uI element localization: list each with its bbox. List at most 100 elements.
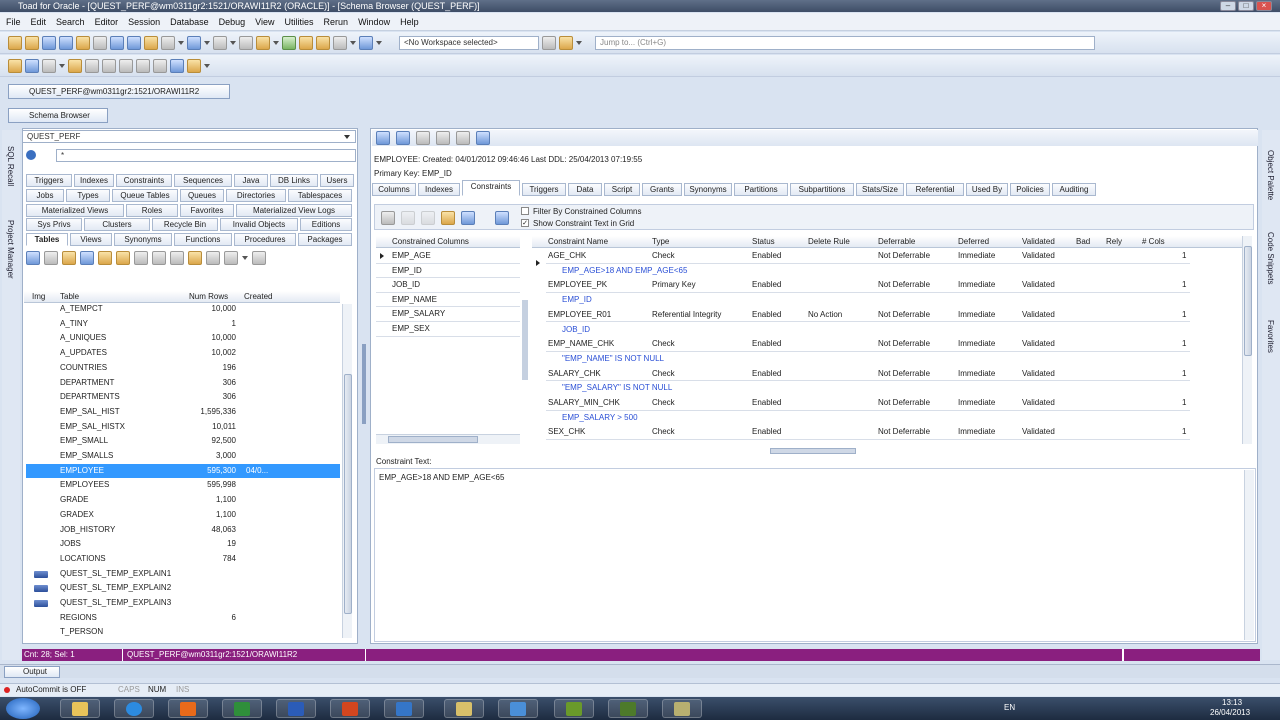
object-tab-views[interactable]: Views [70, 233, 112, 246]
col-status[interactable]: Status [752, 236, 775, 248]
redo-icon[interactable] [153, 58, 167, 73]
table-row[interactable]: JOBS 19 [26, 537, 340, 552]
menu-item-database[interactable]: Database [170, 17, 209, 27]
col-deferrable[interactable]: Deferrable [878, 236, 915, 248]
edit-icon[interactable] [495, 211, 509, 225]
chevron-down-icon[interactable] [376, 40, 382, 45]
object-tab-roles[interactable]: Roles [126, 204, 178, 217]
table-row[interactable]: A_UNIQUES 10,000 [26, 331, 340, 346]
table-row[interactable]: REGIONS 6 [26, 611, 340, 626]
object-tab-procedures[interactable]: Procedures [234, 233, 296, 246]
disable-icon[interactable] [401, 211, 415, 225]
paste-icon[interactable] [119, 58, 133, 73]
schema-icon[interactable] [59, 35, 73, 50]
chevron-down-icon[interactable] [204, 40, 210, 45]
object-tab-invalid-objects[interactable]: Invalid Objects [220, 218, 298, 231]
chevron-down-icon[interactable] [230, 40, 236, 45]
menu-item-editor[interactable]: Editor [95, 17, 119, 27]
network-taskbar-icon[interactable] [498, 699, 538, 718]
tab-partitions[interactable]: Partitions [734, 183, 788, 196]
grid-icon[interactable] [110, 35, 124, 50]
schema-browser-tab[interactable]: Schema Browser [8, 108, 108, 123]
menu-item-help[interactable]: Help [400, 17, 419, 27]
menu-item-file[interactable]: File [6, 17, 21, 27]
forward-icon[interactable] [396, 131, 410, 145]
script-icon[interactable] [116, 251, 130, 265]
compare-icon[interactable] [213, 35, 227, 50]
object-tab-types[interactable]: Types [66, 189, 110, 202]
tree-icon[interactable] [42, 58, 56, 73]
browser-icon[interactable] [127, 35, 141, 50]
table-row[interactable]: DEPARTMENTS 306 [26, 390, 340, 405]
table-row[interactable]: EMP_SMALLS 3,000 [26, 449, 340, 464]
rename-icon[interactable] [170, 251, 184, 265]
table-row[interactable]: EMP_SAL_HIST 1,595,336 [26, 405, 340, 420]
disconnect-icon[interactable] [25, 58, 39, 73]
object-tab-queue-tables[interactable]: Queue Tables [112, 189, 178, 202]
object-tab-tablespaces[interactable]: Tablespaces [288, 189, 352, 202]
wrench-icon[interactable] [256, 35, 270, 50]
office-taskbar-icon[interactable] [168, 699, 208, 718]
tab-used-by[interactable]: Used By [966, 183, 1008, 196]
object-tab-directories[interactable]: Directories [226, 189, 286, 202]
refresh-icon[interactable] [68, 58, 82, 73]
constraint-text-box[interactable]: EMP_AGE>18 AND EMP_AGE<65 [374, 468, 1256, 642]
table-row[interactable]: EMP_SAL_HISTX 10,011 [26, 420, 340, 435]
excel-taskbar-icon[interactable] [222, 699, 262, 718]
object-tab-db-links[interactable]: DB Links [270, 174, 318, 187]
constrained-column-row[interactable]: EMP_SEX [376, 322, 520, 337]
word-taskbar-icon[interactable] [276, 699, 316, 718]
object-tab-synonyms[interactable]: Synonyms [114, 233, 172, 246]
menu-item-edit[interactable]: Edit [31, 17, 47, 27]
report-icon[interactable] [161, 35, 175, 50]
undo-icon[interactable] [136, 58, 150, 73]
close-button[interactable]: × [1256, 1, 1272, 11]
object-tab-indexes[interactable]: Indexes [74, 174, 114, 187]
analyze-icon[interactable] [134, 251, 148, 265]
table-row[interactable]: DEPARTMENT 306 [26, 376, 340, 391]
tab-referential[interactable]: Referential [906, 183, 964, 196]
col-bad[interactable]: Bad [1076, 236, 1090, 248]
table-row[interactable]: T_PERSON [26, 625, 340, 640]
object-filter-input[interactable]: * [56, 149, 356, 162]
table-row[interactable]: GRADEX 1,100 [26, 508, 340, 523]
tab-policies[interactable]: Policies [1010, 183, 1050, 196]
menu-item-window[interactable]: Window [358, 17, 390, 27]
workspace-select[interactable]: <No Workspace selected> [399, 35, 539, 50]
chevron-down-icon[interactable] [178, 40, 184, 45]
output-tab[interactable]: Output [4, 666, 60, 678]
run-icon[interactable] [282, 35, 296, 50]
col-delete-rule[interactable]: Delete Rule [808, 236, 850, 248]
constraints-scrollbar[interactable] [1242, 236, 1252, 444]
constraints-hscroll-thumb[interactable] [770, 448, 856, 454]
object-tab-users[interactable]: Users [320, 174, 354, 187]
tab-data[interactable]: Data [568, 183, 602, 196]
project-manager-tab[interactable]: Project Manager [6, 220, 15, 279]
menu-item-session[interactable]: Session [128, 17, 160, 27]
object-tab-clusters[interactable]: Clusters [84, 218, 150, 231]
options-icon[interactable] [476, 131, 490, 145]
scrollbar-thumb[interactable] [1244, 246, 1252, 356]
editor-icon[interactable] [42, 35, 56, 50]
table-row[interactable]: A_TINY 1 [26, 317, 340, 332]
scrollbar-thumb[interactable] [388, 436, 478, 443]
tab-script[interactable]: Script [604, 183, 640, 196]
chevron-down-icon[interactable] [59, 63, 65, 68]
table-row[interactable]: QUEST_SL_TEMP_EXPLAIN2 [26, 581, 340, 596]
connect-icon[interactable] [8, 58, 22, 73]
tab-grants[interactable]: Grants [642, 183, 682, 196]
favorites-tab[interactable]: Favorites [1266, 320, 1275, 353]
chevron-down-icon[interactable] [344, 135, 350, 139]
create-icon[interactable] [62, 251, 76, 265]
object-tab-favorites[interactable]: Favorites [180, 204, 234, 217]
menu-item-utilities[interactable]: Utilities [285, 17, 314, 27]
truncate-icon[interactable] [152, 251, 166, 265]
panel-splitter[interactable] [362, 344, 366, 424]
table-row[interactable]: LOCATIONS 784 [26, 552, 340, 567]
enable-icon[interactable] [381, 211, 395, 225]
drop-icon[interactable] [98, 251, 112, 265]
chevron-down-icon[interactable] [204, 63, 210, 68]
col-rely[interactable]: Rely [1106, 236, 1122, 248]
tab-subpartitions[interactable]: Subpartitions [790, 183, 854, 196]
minimize-button[interactable]: – [1220, 1, 1236, 11]
